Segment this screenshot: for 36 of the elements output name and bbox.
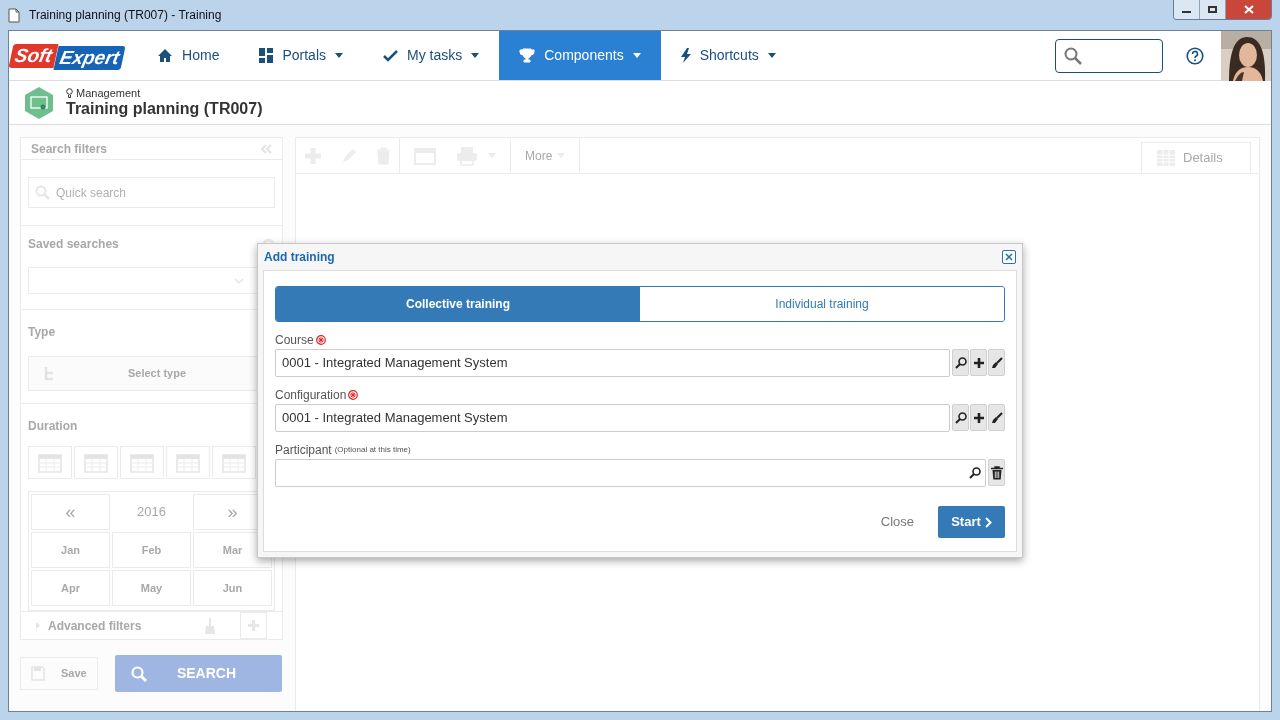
nav-menu-item[interactable]: Home xyxy=(137,31,240,80)
search-button[interactable]: SEARCH xyxy=(115,655,282,692)
tab[interactable]: Collective training xyxy=(276,287,640,321)
nav-menu-item[interactable]: My tasks xyxy=(363,31,500,80)
section-label: Saved searches xyxy=(28,236,119,253)
nav-menu-item[interactable]: Components xyxy=(499,31,661,80)
month-button[interactable]: Jun xyxy=(193,570,272,606)
nav-menu-item[interactable]: Shortcuts xyxy=(660,31,796,80)
save-button[interactable]: Save xyxy=(20,657,98,690)
window-title: Training planning (TR007) - Training xyxy=(29,7,222,24)
section-label: Duration xyxy=(28,419,78,433)
section-label: Type xyxy=(28,325,56,339)
more-menu-button[interactable]: More xyxy=(511,138,581,173)
breadcrumb: Management xyxy=(76,86,141,99)
month-button[interactable]: Apr xyxy=(31,570,110,606)
month-button[interactable]: Jan xyxy=(31,532,110,568)
quick-search-field[interactable]: Quick search xyxy=(28,177,275,208)
advanced-filters-toggle[interactable]: Advanced filters xyxy=(48,616,142,635)
dialog-title: Add training xyxy=(264,249,335,266)
page-title: Training planning (TR007) xyxy=(66,99,263,119)
previous-year-button[interactable]: « xyxy=(31,494,110,530)
field-note: (Optional at this time) xyxy=(334,443,411,456)
logo[interactable]: Soft Expert xyxy=(11,31,124,80)
year-label: 2016 xyxy=(136,503,167,522)
nav-menu-item[interactable]: Portals xyxy=(239,31,363,80)
month-button[interactable]: May xyxy=(112,570,191,606)
month-button[interactable]: Feb xyxy=(112,532,191,568)
field-label: Course xyxy=(275,331,314,349)
field-label: Configuration xyxy=(275,386,347,404)
field-label: Participant xyxy=(275,441,332,459)
panel-title: Search filters xyxy=(31,140,108,158)
input-field[interactable]: 0001 - Integrated Management System xyxy=(275,349,950,377)
input-field[interactable]: 0001 - Integrated Management System xyxy=(275,404,950,432)
close-link[interactable]: Close xyxy=(876,512,918,532)
start-button[interactable]: Start xyxy=(938,506,1005,538)
details-tab[interactable]: Details xyxy=(1141,142,1251,173)
